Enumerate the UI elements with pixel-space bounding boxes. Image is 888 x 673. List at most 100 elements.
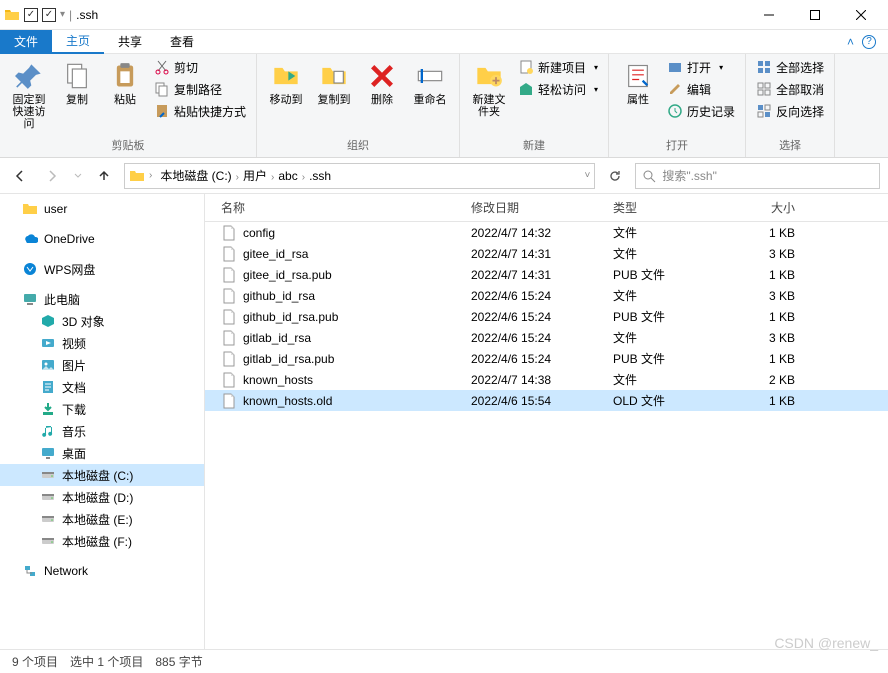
- qat-check-icon[interactable]: ✓: [24, 8, 38, 22]
- file-row[interactable]: gitee_id_rsa.pub2022/4/7 14:31PUB 文件1 KB: [205, 264, 888, 285]
- col-size[interactable]: 大小: [723, 199, 803, 216]
- tree-item[interactable]: 3D 对象: [0, 310, 204, 332]
- moveto-button[interactable]: 移动到: [263, 56, 309, 110]
- tree-item[interactable]: 本地磁盘 (D:): [0, 486, 204, 508]
- tree-item[interactable]: 本地磁盘 (F:): [0, 530, 204, 552]
- file-row[interactable]: github_id_rsa.pub2022/4/6 15:24PUB 文件1 K…: [205, 306, 888, 327]
- tree-item-label: 本地磁盘 (F:): [62, 533, 132, 550]
- paste-shortcut-button[interactable]: 粘贴快捷方式: [150, 100, 250, 122]
- selectnone-button[interactable]: 全部取消: [752, 78, 828, 100]
- selectall-button[interactable]: 全部选择: [752, 56, 828, 78]
- help-icon[interactable]: ?: [862, 35, 876, 49]
- window-title: .ssh: [76, 8, 98, 22]
- easyaccess-button[interactable]: 轻松访问▾: [514, 78, 602, 100]
- file-name: config: [243, 226, 275, 240]
- breadcrumb-segment[interactable]: .ssh: [305, 167, 335, 185]
- address-bar[interactable]: › 本地磁盘 (C:)›用户›abc›.ssh ˅: [124, 163, 595, 189]
- recent-dropdown[interactable]: [72, 164, 84, 188]
- back-button[interactable]: [8, 164, 32, 188]
- tree-item[interactable]: 音乐: [0, 420, 204, 442]
- file-row[interactable]: gitlab_id_rsa.pub2022/4/6 15:24PUB 文件1 K…: [205, 348, 888, 369]
- column-headers[interactable]: 名称 修改日期 类型 大小: [205, 194, 888, 222]
- file-date: 2022/4/7 14:31: [463, 268, 605, 282]
- tree-item[interactable]: 本地磁盘 (C:): [0, 464, 204, 486]
- invert-button[interactable]: 反向选择: [752, 100, 828, 122]
- file-row[interactable]: gitee_id_rsa2022/4/7 14:31文件3 KB: [205, 243, 888, 264]
- tree-item[interactable]: 本地磁盘 (E:): [0, 508, 204, 530]
- qat-dropdown-icon[interactable]: ▾: [60, 9, 65, 20]
- file-icon: [221, 393, 237, 409]
- qat-check-icon[interactable]: ✓: [42, 8, 56, 22]
- tree-item[interactable]: 图片: [0, 354, 204, 376]
- file-row[interactable]: known_hosts.old2022/4/6 15:54OLD 文件1 KB: [205, 390, 888, 411]
- col-name[interactable]: 名称: [205, 199, 463, 216]
- disk-icon: [40, 467, 56, 483]
- up-button[interactable]: [92, 164, 116, 188]
- refresh-button[interactable]: [603, 164, 627, 188]
- tab-view[interactable]: 查看: [156, 30, 208, 54]
- file-size: 1 KB: [723, 352, 803, 366]
- newitem-button[interactable]: 新建项目▾: [514, 56, 602, 78]
- file-icon: [221, 309, 237, 325]
- tree-item-label: 此电脑: [44, 291, 80, 308]
- edit-button[interactable]: 编辑: [663, 78, 739, 100]
- breadcrumb-segment[interactable]: 用户: [239, 167, 271, 185]
- tree-item[interactable]: 桌面: [0, 442, 204, 464]
- tree-item[interactable]: 文档: [0, 376, 204, 398]
- properties-button[interactable]: 属性: [615, 56, 661, 110]
- copy-button[interactable]: 复制: [54, 56, 100, 110]
- file-row[interactable]: known_hosts2022/4/7 14:38文件2 KB: [205, 369, 888, 390]
- 3d-icon: [40, 313, 56, 329]
- history-button[interactable]: 历史记录: [663, 100, 739, 122]
- close-button[interactable]: [838, 0, 884, 30]
- collapse-ribbon-icon[interactable]: ˄: [847, 35, 854, 49]
- tab-home[interactable]: 主页: [52, 30, 104, 54]
- tree-item[interactable]: WPS网盘: [0, 258, 204, 280]
- newfolder-button[interactable]: 新建文件夹: [466, 56, 512, 122]
- selected-size: 885 字节: [155, 653, 202, 670]
- delete-button[interactable]: 删除: [359, 56, 405, 110]
- paste-button[interactable]: 粘贴: [102, 56, 148, 110]
- file-name: known_hosts: [243, 373, 313, 387]
- search-input[interactable]: 搜索".ssh": [635, 163, 880, 189]
- file-icon: [221, 288, 237, 304]
- file-size: 1 KB: [723, 394, 803, 408]
- file-list: 名称 修改日期 类型 大小 config2022/4/7 14:32文件1 KB…: [205, 194, 888, 649]
- chevron-right-icon[interactable]: ›: [149, 170, 152, 181]
- chevron-down-icon[interactable]: ˅: [584, 170, 590, 181]
- maximize-button[interactable]: [792, 0, 838, 30]
- breadcrumb-segment[interactable]: abc: [274, 167, 301, 185]
- tab-share[interactable]: 共享: [104, 30, 156, 54]
- group-label: 组织: [347, 137, 369, 155]
- file-type: 文件: [605, 224, 723, 241]
- ribbon: 固定到快速访问 复制 粘贴 剪切 复制路径 粘贴快捷方式 剪贴板 移动到 复制到…: [0, 54, 888, 158]
- group-label: 选择: [779, 137, 801, 155]
- tree-item[interactable]: 此电脑: [0, 288, 204, 310]
- tree-item[interactable]: 视频: [0, 332, 204, 354]
- tree-item[interactable]: user: [0, 198, 204, 220]
- minimize-button[interactable]: [746, 0, 792, 30]
- copypath-button[interactable]: 复制路径: [150, 78, 250, 100]
- file-name: gitee_id_rsa.pub: [243, 268, 332, 282]
- tree-item[interactable]: 下载: [0, 398, 204, 420]
- forward-button[interactable]: [40, 164, 64, 188]
- music-icon: [40, 423, 56, 439]
- tree-item[interactable]: Network: [0, 560, 204, 582]
- file-row[interactable]: github_id_rsa2022/4/6 15:24文件3 KB: [205, 285, 888, 306]
- file-row[interactable]: gitlab_id_rsa2022/4/6 15:24文件3 KB: [205, 327, 888, 348]
- file-row[interactable]: config2022/4/7 14:32文件1 KB: [205, 222, 888, 243]
- rename-button[interactable]: 重命名: [407, 56, 453, 110]
- pin-button[interactable]: 固定到快速访问: [6, 56, 52, 134]
- open-button[interactable]: 打开▾: [663, 56, 739, 78]
- file-date: 2022/4/6 15:24: [463, 289, 605, 303]
- file-type: PUB 文件: [605, 350, 723, 367]
- tab-file[interactable]: 文件: [0, 30, 52, 54]
- nav-tree[interactable]: userOneDriveWPS网盘此电脑3D 对象视频图片文档下载音乐桌面本地磁…: [0, 194, 205, 649]
- cut-button[interactable]: 剪切: [150, 56, 250, 78]
- col-date[interactable]: 修改日期: [463, 199, 605, 216]
- copyto-button[interactable]: 复制到: [311, 56, 357, 110]
- tree-item[interactable]: OneDrive: [0, 228, 204, 250]
- col-type[interactable]: 类型: [605, 199, 723, 216]
- breadcrumb-segment[interactable]: 本地磁盘 (C:): [156, 167, 235, 185]
- tree-item-label: 3D 对象: [62, 313, 105, 330]
